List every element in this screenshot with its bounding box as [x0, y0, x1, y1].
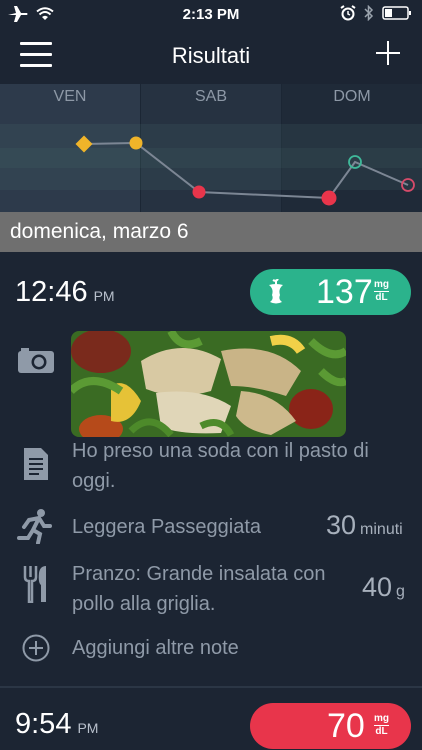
- chart-series-line: [83, 141, 409, 200]
- glucose-chart[interactable]: VEN SAB DOM: [0, 84, 422, 212]
- entry-time-value: 12:46: [15, 276, 88, 308]
- add-circle-icon[interactable]: [22, 634, 50, 662]
- meal-carbs-unit: g: [396, 583, 405, 600]
- glucose-unit: mg dL: [374, 713, 389, 738]
- nav-bar: Risultati: [0, 30, 422, 82]
- alarm-icon: [340, 5, 356, 21]
- entry-divider: [0, 686, 422, 688]
- meal-photo[interactable]: [71, 331, 346, 437]
- battery-icon: [382, 6, 411, 20]
- date-header: domenica, marzo 6: [0, 212, 422, 252]
- note-text[interactable]: Ho preso una soda con il pasto di oggi.: [72, 436, 417, 496]
- unit-bottom: dL: [375, 292, 388, 303]
- unit-top: mg: [374, 279, 389, 292]
- activity-duration: 30 minuti: [326, 510, 403, 541]
- glucose-unit: mg dL: [374, 279, 389, 304]
- camera-icon[interactable]: [17, 346, 55, 374]
- page-title: Risultati: [171, 43, 251, 68]
- chart-point: [129, 136, 143, 150]
- entry-time-value: 9:54: [15, 708, 72, 740]
- entry-time: 12:46 PM: [15, 276, 115, 309]
- chart-point: [192, 185, 206, 199]
- entry-ampm: PM: [77, 720, 99, 736]
- salad-image: [71, 331, 346, 437]
- unit-top: mg: [374, 713, 389, 726]
- date-header-label: domenica, marzo 6: [10, 220, 189, 243]
- meal-carbs: 40 g: [362, 572, 405, 603]
- glucose-badge[interactable]: 137 mg dL: [250, 269, 411, 315]
- status-bar: 2:13 PM: [0, 0, 422, 30]
- chart-point: [321, 190, 337, 206]
- document-icon: [24, 448, 48, 480]
- add-notes-button[interactable]: Aggiungi altre note: [72, 633, 239, 663]
- meal-carbs-value: 40: [362, 572, 393, 602]
- activity-duration-value: 30: [326, 510, 357, 540]
- running-icon: [17, 509, 52, 544]
- glucose-value: 70: [327, 707, 365, 745]
- unit-bottom: dL: [375, 726, 388, 737]
- add-button[interactable]: [374, 39, 402, 67]
- entry-ampm: PM: [93, 288, 115, 304]
- chart-marks: [75, 135, 415, 206]
- bluetooth-icon: [364, 5, 374, 21]
- entry-time: 9:54 PM: [15, 708, 98, 741]
- fork-knife-icon: [23, 566, 46, 603]
- glucose-badge[interactable]: 70 mg dL: [250, 703, 411, 749]
- meal-description[interactable]: Pranzo: Grande insalata con pollo alla g…: [72, 559, 362, 619]
- chart-point-diamond: [75, 135, 93, 153]
- apple-core-icon: [269, 279, 283, 304]
- glucose-value: 137: [316, 273, 373, 311]
- activity-duration-unit: minuti: [360, 521, 403, 538]
- activity-label[interactable]: Leggera Passeggiata: [72, 512, 261, 542]
